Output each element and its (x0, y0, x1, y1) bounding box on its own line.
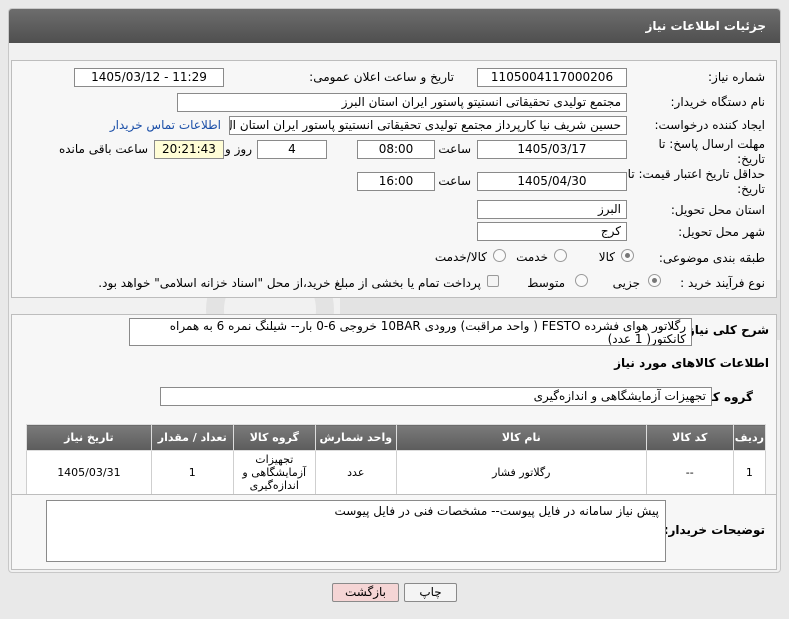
notes-text: پیش نیاز سامانه در فایل پیوست-- مشخصات ف… (46, 500, 666, 562)
need-number-label: شماره نیاز: (708, 70, 765, 84)
summary-text: رگلاتور هوای فشرده FESTO ( واحد مراقبت) … (129, 318, 692, 346)
buyer-org-label: نام دستگاه خریدار: (670, 95, 766, 109)
cell-date: 1405/03/31 (26, 450, 152, 495)
goods-group-field: تجهیزات آزمایشگاهی و اندازه‌گیری (160, 387, 712, 406)
requester-label: ایجاد کننده درخواست: (654, 118, 765, 132)
category-both-label: کالا/خدمت (434, 250, 487, 264)
cell-qty: 1 (150, 450, 234, 495)
process-medium-label: متوسط (527, 276, 565, 290)
remaining-label: ساعت باقی مانده (58, 142, 148, 156)
cell-unit: عدد (314, 450, 397, 495)
buyer-contact-link[interactable]: اطلاعات تماس خریدار (110, 118, 221, 132)
col-date: تاریخ نیاز (26, 424, 152, 451)
payment-note: پرداخت تمام یا بخشی از مبلغ خرید،از محل … (98, 276, 481, 290)
col-row: ردیف (732, 424, 767, 451)
province-label: استان محل تحویل: (670, 203, 765, 217)
deadline-time-field: 08:00 (357, 140, 435, 159)
deadline-label: مهلت ارسال پاسخ: تا تاریخ: (658, 137, 765, 166)
summary-label: شرح کلی نیاز: (683, 323, 769, 337)
validity-time-label: ساعت (438, 174, 471, 188)
process-radio-minor[interactable] (648, 274, 661, 287)
deadline-time-label: ساعت (438, 142, 471, 156)
process-radio-medium[interactable] (575, 274, 588, 287)
cell-row: 1 (732, 450, 767, 495)
city-field: کرج (477, 222, 627, 241)
buyer-org-field: مجتمع تولیدی تحقیقاتی انستیتو پاستور ایر… (177, 93, 627, 112)
days-field: 4 (257, 140, 327, 159)
cell-code: -- (645, 450, 734, 495)
col-unit: واحد شمارش (314, 424, 397, 451)
category-radio-goods[interactable] (621, 249, 634, 262)
goods-table-header: ردیف کد کالا نام کالا واحد شمارش گروه کا… (26, 424, 767, 451)
need-number-field: 1105004117000206 (477, 68, 627, 87)
goods-section-title: اطلاعات کالاهای مورد نیاز (614, 356, 769, 370)
announce-field: 1405/03/12 - 11:29 (74, 68, 224, 87)
process-label: نوع فرآیند خرید : (680, 276, 765, 290)
city-label: شهر محل تحویل: (678, 225, 765, 239)
col-code: کد کالا (645, 424, 734, 451)
treasury-checkbox[interactable] (487, 275, 499, 287)
category-radio-service[interactable] (554, 249, 567, 262)
back-button[interactable]: بازگشت (332, 583, 399, 602)
print-button[interactable]: چاپ (404, 583, 457, 602)
goods-table: ردیف کد کالا نام کالا واحد شمارش گروه کا… (26, 424, 767, 495)
requester-field: حسین شریف نیا کارپرداز مجتمع تولیدی تحقی… (229, 116, 627, 135)
table-row: 1 -- رگلاتور فشار عدد تجهیزات آزمایشگاهی… (26, 450, 767, 495)
category-radio-both[interactable] (493, 249, 506, 262)
process-minor-label: جزیی (612, 276, 640, 290)
col-qty: تعداد / مقدار (150, 424, 234, 451)
province-field: البرز (477, 200, 627, 219)
page-header: جزئیات اطلاعات نیاز (9, 9, 780, 43)
cell-name: رگلاتور فشار (395, 450, 647, 495)
col-group: گروه کالا (232, 424, 316, 451)
col-name: نام کالا (395, 424, 647, 451)
category-goods-label: کالا (598, 250, 615, 264)
validity-label: حداقل تاریخ اعتبار قیمت: تا تاریخ: (627, 167, 765, 196)
validity-date-field: 1405/04/30 (477, 172, 627, 191)
category-label: طبقه بندی موضوعی: (658, 251, 765, 265)
remaining-time-field: 20:21:43 (154, 140, 224, 159)
cell-group: تجهیزات آزمایشگاهی و اندازه‌گیری (232, 450, 316, 495)
announce-label: تاریخ و ساعت اعلان عمومی: (309, 70, 454, 84)
days-label: روز و (225, 142, 252, 156)
deadline-date-field: 1405/03/17 (477, 140, 627, 159)
category-service-label: خدمت (516, 250, 548, 264)
notes-label: توضیحات خریدار: (663, 523, 765, 537)
validity-time-field: 16:00 (357, 172, 435, 191)
